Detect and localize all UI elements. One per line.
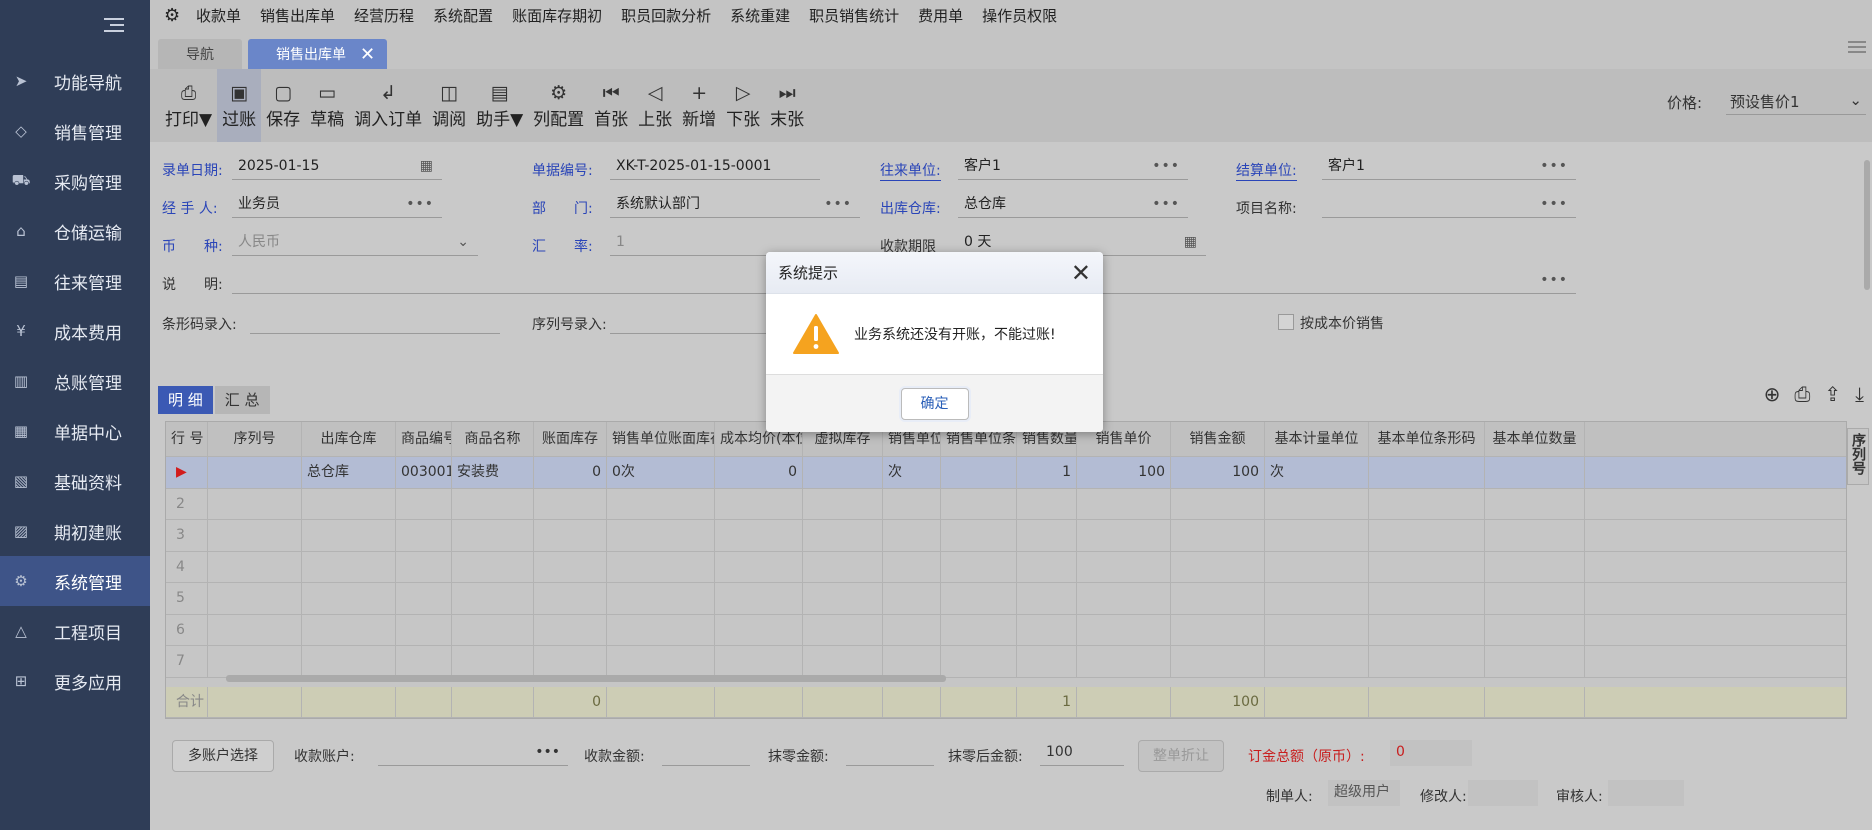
dialog-title: 系统提示: [778, 264, 839, 282]
ok-button[interactable]: 确定: [900, 387, 969, 420]
dialog-header: 系统提示 ✕: [766, 252, 1103, 294]
dialog-footer: 确定: [766, 374, 1103, 432]
warning-icon: [792, 313, 840, 355]
app-window: ➤ 功能导航 ◇ 销售管理 ⛟ 采购管理 ⌂ 仓储运输 ▤ 往来管理 ¥ 成本费用 ▥ 总账管理 ▦ 单据中心…: [0, 0, 1872, 830]
dialog-message: 业务系统还没有开账，不能过账!: [854, 327, 1056, 343]
modal-overlay: 系统提示 ✕ 业务系统还没有开账，不能过账! 确定: [0, 0, 1872, 830]
dialog-body: 业务系统还没有开账，不能过账!: [766, 294, 1103, 374]
system-prompt-dialog: 系统提示 ✕ 业务系统还没有开账，不能过账! 确定: [766, 252, 1103, 432]
close-icon[interactable]: ✕: [1071, 261, 1091, 285]
ok-label: 确定: [920, 395, 949, 412]
